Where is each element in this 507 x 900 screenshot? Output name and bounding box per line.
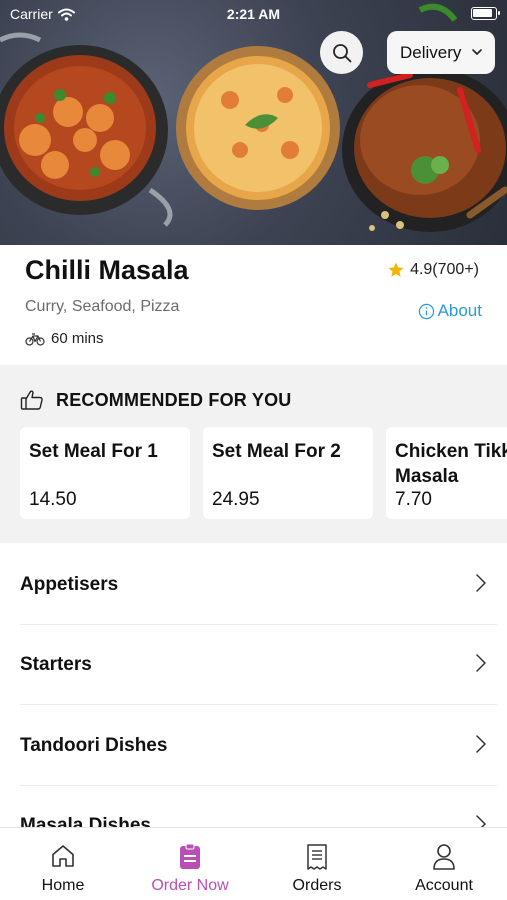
- category-starters[interactable]: Starters: [20, 625, 497, 705]
- home-icon: [52, 845, 74, 867]
- tab-label: Home: [41, 877, 85, 894]
- tab-label: Orders: [292, 877, 342, 894]
- recommended-item-chicken-tikka-masala[interactable]: Chicken Tikka Masala 7.70: [386, 427, 507, 519]
- chevron-down-icon: [472, 49, 482, 55]
- delivery-time-value: 60 mins: [51, 330, 104, 347]
- search-icon: [332, 43, 351, 62]
- star-icon: [388, 262, 404, 277]
- chevron-right-icon: [476, 735, 486, 753]
- category-label: Masala Dishes: [20, 815, 151, 827]
- restaurant-name: Chilli Masala: [25, 255, 189, 285]
- recommended-title: RECOMMENDED FOR YOU: [56, 389, 292, 410]
- cuisine-types: Curry, Seafood, Pizza: [25, 298, 180, 315]
- menu-categories: Appetisers Starters Tandoori Dishes Masa…: [0, 543, 507, 827]
- recommended-item-set-meal-2[interactable]: Set Meal For 2 24.95: [203, 427, 373, 519]
- recommended-section: RECOMMENDED FOR YOU Set Meal For 1 14.50…: [0, 365, 507, 543]
- tab-account[interactable]: Account: [381, 828, 507, 900]
- category-label: Tandoori Dishes: [20, 735, 168, 756]
- item-price: 24.95: [212, 489, 260, 510]
- clock: 2:21 AM: [226, 6, 281, 22]
- recommended-header: RECOMMENDED FOR YOU: [20, 389, 291, 411]
- delivery-time: 60 mins: [25, 330, 104, 347]
- recommended-item-set-meal-1[interactable]: Set Meal For 1 14.50: [20, 427, 190, 519]
- category-appetisers[interactable]: Appetisers: [20, 545, 497, 625]
- hero-banner: Carrier 2:21 AM Delivery: [0, 0, 507, 245]
- rating-value: 4.9(700+): [410, 261, 479, 278]
- tab-home[interactable]: Home: [0, 828, 126, 900]
- category-label: Starters: [20, 654, 92, 675]
- battery-icon: [471, 7, 500, 20]
- chevron-right-icon: [476, 574, 486, 592]
- chevron-right-icon: [476, 815, 486, 827]
- tab-order-now[interactable]: Order Now: [127, 828, 253, 900]
- about-link[interactable]: About: [418, 301, 482, 321]
- item-name: Chicken Tikka Masala: [395, 441, 507, 487]
- status-bar: Carrier 2:21 AM: [0, 0, 507, 28]
- bicycle-icon: [25, 332, 45, 346]
- tab-label: Order Now: [151, 877, 229, 894]
- item-name: Set Meal For 2: [212, 441, 341, 462]
- item-price: 7.70: [395, 489, 432, 510]
- category-masala-dishes[interactable]: Masala Dishes: [20, 786, 497, 827]
- restaurant-info: Chilli Masala 4.9(700+) Curry, Seafood, …: [0, 245, 507, 365]
- search-button[interactable]: [320, 31, 363, 74]
- category-tandoori-dishes[interactable]: Tandoori Dishes: [20, 706, 497, 786]
- order-icon: [180, 843, 200, 869]
- thumbs-up-icon: [20, 390, 43, 410]
- delivery-mode-dropdown[interactable]: Delivery: [387, 31, 495, 74]
- delivery-mode-label: Delivery: [400, 42, 462, 62]
- info-icon: [418, 303, 434, 319]
- person-icon: [433, 844, 455, 870]
- bottom-tab-bar: Home Order Now Orders Account: [0, 827, 507, 900]
- receipt-icon: [307, 844, 327, 870]
- restaurant-rating: 4.9(700+): [387, 261, 479, 279]
- tab-orders[interactable]: Orders: [254, 828, 380, 900]
- about-label: About: [437, 301, 482, 320]
- tab-label: Account: [415, 877, 473, 894]
- category-label: Appetisers: [20, 574, 119, 595]
- chevron-right-icon: [476, 654, 486, 672]
- item-price: 14.50: [29, 489, 77, 510]
- item-name: Set Meal For 1: [29, 441, 158, 462]
